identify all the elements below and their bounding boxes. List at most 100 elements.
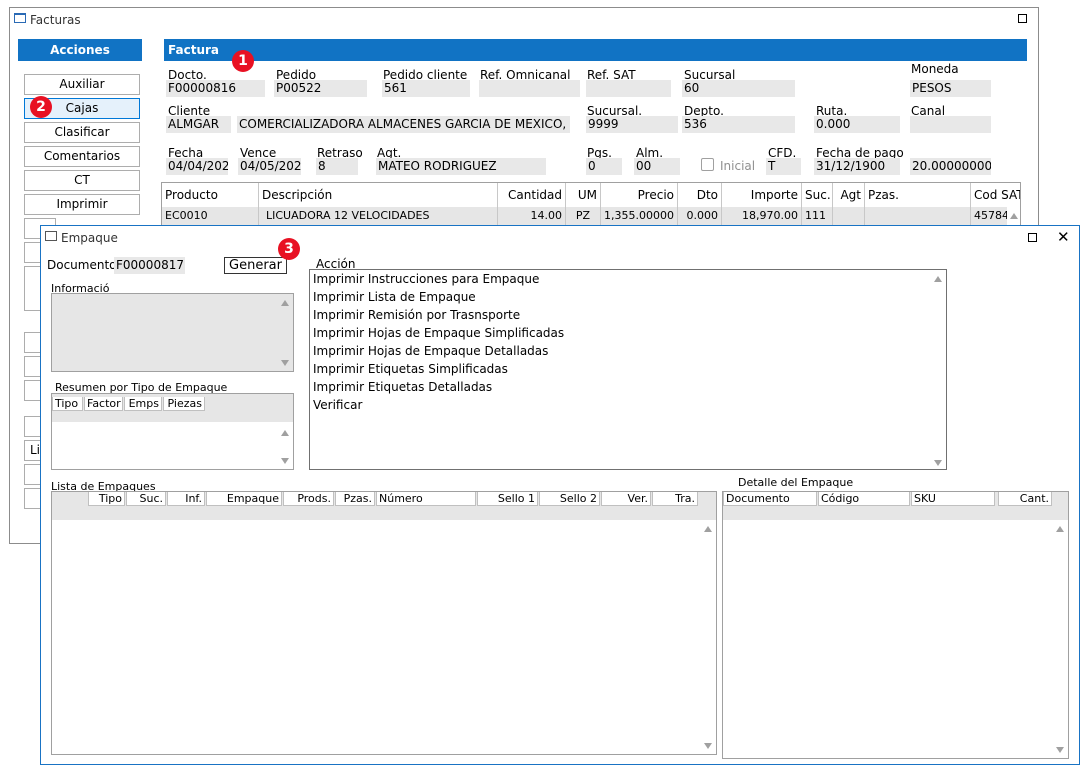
lista-col-numero[interactable]: Número — [376, 492, 476, 506]
pedido-cliente-field[interactable]: 561 — [382, 80, 470, 97]
resumen-col-piezas[interactable]: Piezas — [163, 397, 205, 411]
fecha-field[interactable]: 04/04/2025 — [166, 158, 228, 175]
ruta-field[interactable]: 0.000 — [814, 116, 900, 133]
scroll-down-icon[interactable] — [281, 360, 289, 366]
sucursal2-field[interactable]: 9999 — [586, 116, 678, 133]
alm-field[interactable]: 00 — [634, 158, 680, 175]
cell-um: PZ — [566, 207, 601, 225]
comentarios-button[interactable]: Comentarios — [24, 146, 140, 167]
products-table: Producto Descripción Cantidad UM Precio … — [161, 182, 1021, 226]
accion-item[interactable]: Verificar — [313, 396, 362, 414]
clasificar-button[interactable]: Clasificar — [24, 122, 140, 143]
empaque-titlebar[interactable]: Empaque ✕ — [41, 226, 1079, 250]
accion-item[interactable]: Imprimir Hojas de Empaque Simplificadas — [313, 324, 564, 342]
vence-field[interactable]: 04/05/2025 — [238, 158, 301, 175]
table-scroll-up-icon[interactable] — [1010, 213, 1018, 219]
lista-col-pzas[interactable]: Pzas. — [335, 492, 375, 506]
lista-col-tipo[interactable]: Tipo — [88, 492, 125, 506]
depto-field[interactable]: 536 — [682, 116, 795, 133]
inicial-label: Inicial — [720, 159, 756, 173]
step-badge-1: 1 — [232, 50, 254, 72]
col-header-cod-sat[interactable]: Cod SAT — [971, 183, 1020, 207]
factura-header: Factura — [164, 39, 1027, 61]
informacion-box[interactable] — [51, 293, 294, 372]
ref-omnicanal-field[interactable] — [479, 80, 580, 97]
lista-col-inf[interactable]: Inf. — [167, 492, 205, 506]
pgs-field[interactable]: 0 — [586, 158, 622, 175]
resumen-col-tipo[interactable]: Tipo — [52, 397, 83, 411]
col-header-importe[interactable]: Importe — [722, 183, 802, 207]
scroll-up-icon[interactable] — [704, 526, 712, 532]
detalle-col-documento[interactable]: Documento — [723, 492, 817, 506]
lista-col-ver[interactable]: Ver. — [601, 492, 651, 506]
cell-importe: 18,970.00 — [722, 207, 802, 225]
accion-item[interactable]: Imprimir Etiquetas Detalladas — [313, 378, 492, 396]
scroll-down-icon[interactable] — [281, 458, 289, 464]
accion-item[interactable]: Imprimir Remisión por Trasnsporte — [313, 306, 520, 324]
col-header-producto[interactable]: Producto — [162, 183, 259, 207]
ref-sat-field[interactable] — [586, 80, 671, 97]
lista-col-sello1[interactable]: Sello 1 — [477, 492, 538, 506]
accion-item[interactable]: Imprimir Instrucciones para Empaque — [313, 270, 539, 288]
cell-pzas — [865, 207, 971, 225]
acciones-header: Acciones — [18, 39, 142, 61]
canal-field[interactable] — [910, 116, 991, 133]
close-icon[interactable]: ✕ — [1057, 230, 1070, 245]
col-header-pzas[interactable]: Pzas. — [865, 183, 971, 207]
scroll-up-icon[interactable] — [1056, 526, 1064, 532]
resumen-col-emps[interactable]: Emps — [124, 397, 162, 411]
lista-col-tra[interactable]: Tra. — [652, 492, 698, 506]
col-header-dto[interactable]: Dto — [678, 183, 722, 207]
inicial-checkbox[interactable] — [701, 158, 714, 171]
agt-field[interactable]: MATEO RODRIGUEZ — [376, 158, 546, 175]
retraso-field[interactable]: 8 — [316, 158, 358, 175]
moneda-label: Moneda — [911, 62, 959, 76]
cell-precio: 1,355.00000 — [601, 207, 678, 225]
detalle-col-codigo[interactable]: Código — [818, 492, 910, 506]
cliente-code-field[interactable]: ALMGAR — [166, 116, 231, 133]
lista-col-prods[interactable]: Prods. — [283, 492, 334, 506]
col-header-precio[interactable]: Precio — [601, 183, 678, 207]
generar-button[interactable]: Generar — [224, 257, 287, 274]
ct-button[interactable]: CT — [24, 170, 140, 191]
detalle-col-sku[interactable]: SKU — [911, 492, 995, 506]
col-header-agt[interactable]: Agt — [833, 183, 865, 207]
col-header-cantidad[interactable]: Cantidad — [498, 183, 566, 207]
window-app-icon — [14, 13, 26, 23]
cfd-field[interactable]: T — [766, 158, 801, 175]
maximize-icon[interactable] — [1018, 14, 1027, 23]
col-header-suc[interactable]: Suc. — [802, 183, 833, 207]
lista-col-sello2[interactable]: Sello 2 — [539, 492, 600, 506]
scroll-up-icon[interactable] — [934, 276, 942, 282]
imprimir-button[interactable]: Imprimir — [24, 194, 140, 215]
scroll-down-icon[interactable] — [934, 460, 942, 466]
col-header-um[interactable]: UM — [566, 183, 601, 207]
resumen-col-factor[interactable]: Factor — [84, 397, 123, 411]
moneda-field[interactable]: PESOS — [910, 80, 991, 97]
facturas-titlebar[interactable]: Facturas — [10, 8, 1038, 32]
pedido-field[interactable]: P00522 — [274, 80, 367, 97]
docto-field[interactable]: F00000816 — [166, 80, 265, 97]
fecha-pago-field[interactable]: 31/12/1900 — [814, 158, 900, 175]
cliente-name-field[interactable]: COMERCIALIZADORA ALMACENES GARCIA DE MEX… — [237, 116, 570, 133]
scroll-up-icon[interactable] — [281, 430, 289, 436]
lista-col-empaque[interactable]: Empaque — [206, 492, 282, 506]
lista-col-suc[interactable]: Suc. — [126, 492, 166, 506]
detalle-col-cant[interactable]: Cant. — [998, 492, 1052, 506]
documento-field[interactable]: F00000817 — [114, 257, 185, 274]
col-header-descripcion[interactable]: Descripción — [259, 183, 498, 207]
accion-item[interactable]: Imprimir Lista de Empaque — [313, 288, 476, 306]
scroll-up-icon[interactable] — [281, 300, 289, 306]
scroll-down-icon[interactable] — [1056, 747, 1064, 753]
auxiliar-button[interactable]: Auxiliar — [24, 74, 140, 95]
detalle-empaque-table: Documento Código SKU Cant. — [722, 491, 1069, 759]
maximize-icon[interactable] — [1028, 233, 1037, 242]
accion-item[interactable]: Imprimir Hojas de Empaque Detalladas — [313, 342, 548, 360]
table-row[interactable]: EC0010 LICUADORA 12 VELOCIDADES 14.00 PZ… — [162, 207, 1007, 225]
step-badge-3: 3 — [278, 238, 300, 260]
accion-item[interactable]: Imprimir Etiquetas Simplificadas — [313, 360, 508, 378]
tipo-cambio-field[interactable]: 20.00000000 — [910, 158, 991, 175]
cell-suc: 111 — [802, 207, 833, 225]
scroll-down-icon[interactable] — [704, 743, 712, 749]
sucursal-field[interactable]: 60 — [682, 80, 795, 97]
